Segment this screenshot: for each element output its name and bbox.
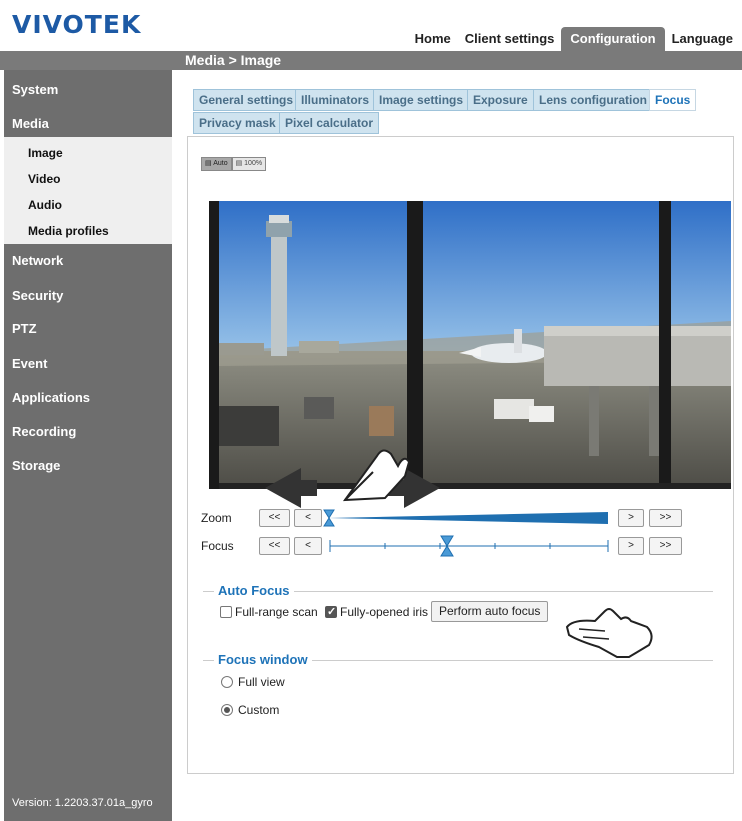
full-range-scan-label: Full-range scan — [235, 605, 318, 619]
full-view-label: Full view — [238, 675, 285, 689]
sidebar: System Media Image Video Audio Media pro… — [4, 70, 172, 821]
sidebar-subitem-image[interactable]: Image — [28, 146, 63, 160]
title-bar — [0, 51, 742, 70]
tab-illuminators[interactable]: Illuminators — [295, 89, 376, 111]
tab-exposure[interactable]: Exposure — [467, 89, 534, 111]
sidebar-item-recording[interactable]: Recording — [12, 424, 76, 439]
zoom-wide-fast-button[interactable]: << — [259, 509, 290, 527]
fully-opened-iris-checkbox[interactable] — [325, 605, 337, 618]
firmware-version: Version: 1.2203.37.01a_gyro — [12, 797, 153, 809]
view-auto-label: Auto — [213, 160, 228, 167]
focus-far-button[interactable]: > — [618, 537, 644, 555]
breadcrumb: Media > Image — [185, 52, 282, 68]
focus-window-legend: Focus window — [214, 652, 312, 667]
tab-image-settings[interactable]: Image settings — [373, 89, 470, 111]
zoom-slider[interactable] — [322, 506, 612, 530]
view-100-label: 100% — [244, 160, 263, 167]
sidebar-item-storage[interactable]: Storage — [12, 458, 60, 473]
view-size-buttons: ▤ Auto ▤ 100% — [201, 157, 267, 171]
vivotek-logo: VIVOTEK — [12, 10, 142, 39]
full-range-scan-checkbox[interactable] — [220, 606, 232, 618]
nav-client-settings[interactable]: Client settings — [458, 27, 562, 51]
sidebar-item-security[interactable]: Security — [12, 288, 63, 303]
custom-label: Custom — [238, 703, 280, 717]
tab-pixel-calculator[interactable]: Pixel calculator — [279, 112, 380, 134]
tab-focus[interactable]: Focus — [649, 89, 697, 111]
sidebar-item-media[interactable]: Media — [12, 116, 49, 131]
perform-auto-focus-button[interactable]: Perform auto focus — [431, 601, 549, 622]
top-navigation: Home Client settings Configuration Langu… — [408, 27, 740, 51]
tab-privacy-mask[interactable]: Privacy mask — [193, 112, 282, 134]
tap-hand-icon — [565, 608, 653, 658]
custom-radio[interactable] — [221, 704, 233, 716]
sidebar-subitem-media-profiles[interactable]: Media profiles — [28, 224, 109, 238]
zoom-wide-button[interactable]: < — [294, 509, 322, 527]
fully-opened-iris-label: Fully-opened iris — [340, 605, 429, 619]
sidebar-item-ptz[interactable]: PTZ — [12, 321, 37, 336]
sidebar-item-system[interactable]: System — [12, 82, 58, 97]
nav-configuration[interactable]: Configuration — [561, 27, 665, 51]
tab-general-settings[interactable]: General settings — [193, 89, 300, 111]
tab-lens-configuration[interactable]: Lens configuration — [533, 89, 653, 111]
sidebar-item-event[interactable]: Event — [12, 356, 47, 371]
focus-near-fast-button[interactable]: << — [259, 537, 290, 555]
sidebar-item-applications[interactable]: Applications — [12, 390, 90, 405]
nav-language[interactable]: Language — [665, 27, 740, 51]
sidebar-subitem-audio[interactable]: Audio — [28, 198, 62, 212]
sidebar-item-network[interactable]: Network — [12, 253, 63, 268]
media-submenu: Image Video Audio Media profiles — [4, 137, 172, 244]
focus-far-fast-button[interactable]: >> — [649, 537, 682, 555]
sidebar-subitem-video[interactable]: Video — [28, 172, 60, 186]
full-view-radio[interactable] — [221, 676, 233, 688]
focus-slider[interactable] — [326, 534, 612, 558]
zoom-tele-fast-button[interactable]: >> — [649, 509, 682, 527]
focus-near-button[interactable]: < — [294, 537, 322, 555]
zoom-label: Zoom — [201, 511, 232, 525]
auto-focus-legend: Auto Focus — [214, 583, 294, 598]
view-auto-button[interactable]: ▤ Auto — [201, 157, 232, 171]
nav-home[interactable]: Home — [408, 27, 458, 51]
zoom-tele-button[interactable]: > — [618, 509, 644, 527]
focus-label: Focus — [201, 539, 234, 553]
view-100-button[interactable]: ▤ 100% — [231, 157, 267, 171]
